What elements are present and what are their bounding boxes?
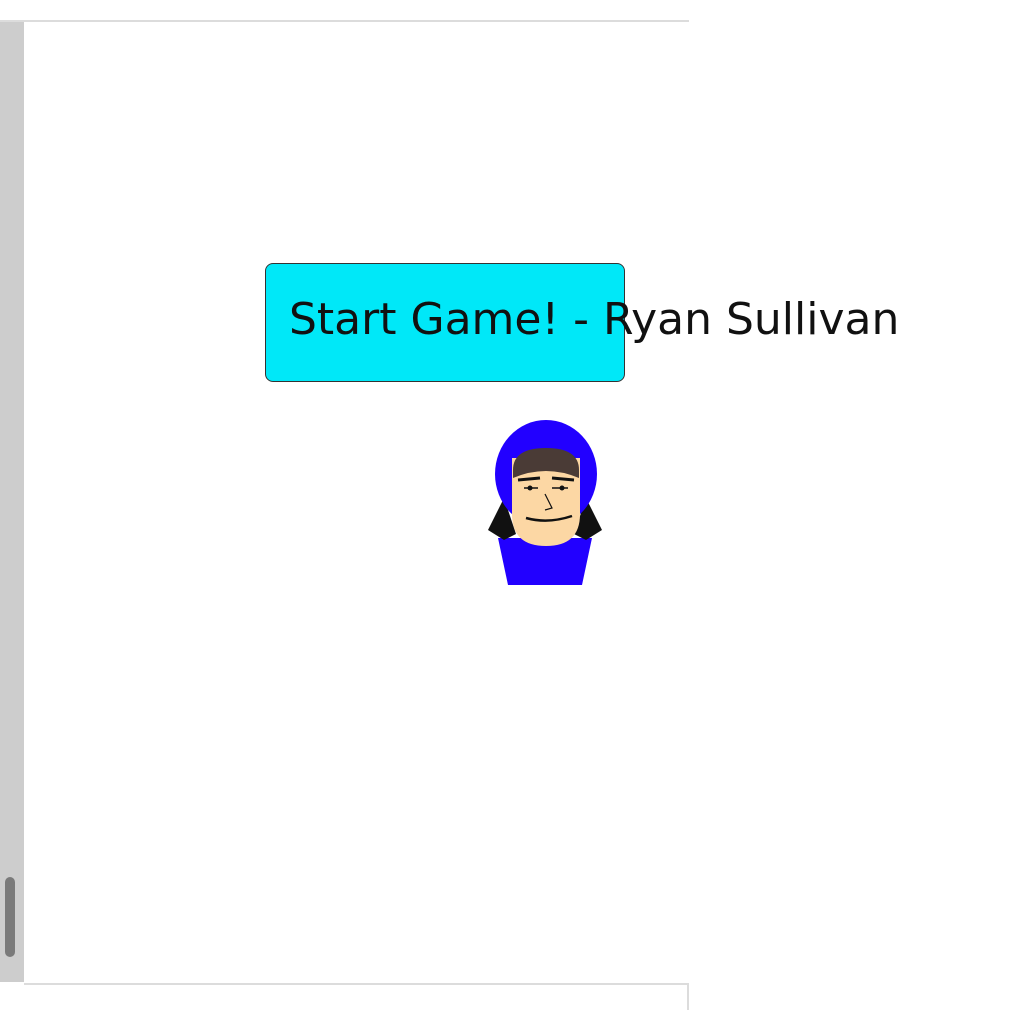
- start-game-button[interactable]: [265, 263, 625, 382]
- character-eyebrow-right: [551, 476, 575, 482]
- frame-right-border: [687, 983, 689, 1010]
- character-pupil-left: [527, 485, 533, 491]
- character-pupil-right: [559, 485, 565, 491]
- game-page: Start Game! - Ryan Sullivan: [0, 0, 1010, 1010]
- vertical-scrollbar[interactable]: [0, 22, 24, 982]
- scrollbar-thumb[interactable]: [5, 877, 15, 957]
- character-eyebrow-left: [517, 476, 541, 482]
- frame-bottom-border: [24, 983, 688, 985]
- character-sprite: [488, 420, 602, 585]
